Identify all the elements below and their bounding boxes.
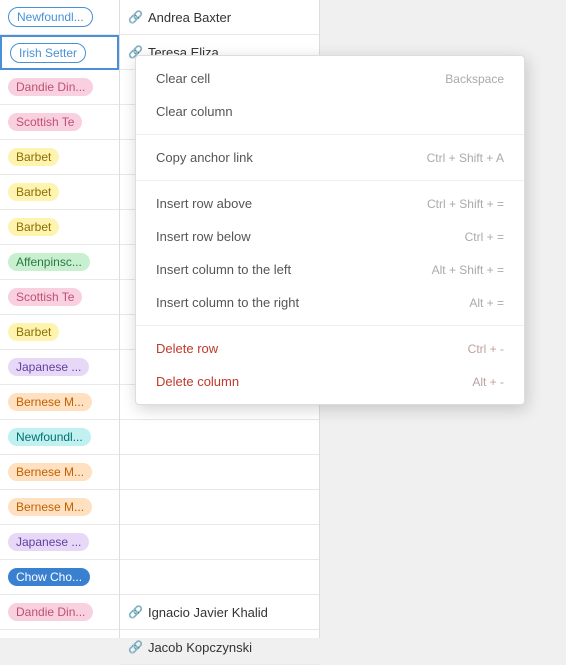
breed-item-9[interactable]: Barbet [0,315,119,350]
menu-item-clear-cell[interactable]: Clear cell Backspace [136,62,524,95]
name-item-0: 🔗 Andrea Baxter [120,0,319,35]
menu-shortcut-3: Ctrl + Shift + = [427,197,504,211]
breed-list: Newfoundl... Irish Setter Dandie Din... Sco… [0,0,120,638]
menu-item-copy-anchor[interactable]: Copy anchor link Ctrl + Shift + A [136,141,524,174]
breed-item-13[interactable]: Bernese M... [0,455,119,490]
name-label-17: Ignacio Javier Khalid [148,605,268,620]
name-item-14 [120,490,319,525]
menu-item-insert-row-above[interactable]: Insert row above Ctrl + Shift + = [136,187,524,220]
name-label-0: Andrea Baxter [148,10,231,25]
breed-badge-7: Affenpinsc... [8,253,90,271]
name-item-12 [120,420,319,455]
breed-badge-16: Chow Cho... [8,568,90,586]
menu-item-label-8: Delete column [156,374,239,389]
menu-divider-6 [136,325,524,326]
breed-item-2[interactable]: Dandie Din... [0,70,119,105]
menu-item-label-6: Insert column to the right [156,295,299,310]
breed-item-3[interactable]: Scottish Te [0,105,119,140]
breed-badge-4: Barbet [8,148,59,166]
breed-badge-15: Japanese ... [8,533,89,551]
menu-item-label-1: Clear column [156,104,233,119]
name-label-18: Jacob Kopczynski [148,640,252,655]
menu-item-clear-column[interactable]: Clear column [136,95,524,128]
breed-item-15[interactable]: Japanese ... [0,525,119,560]
menu-item-label-0: Clear cell [156,71,210,86]
breed-badge-0: Newfoundl... [8,7,93,27]
breed-badge-13: Bernese M... [8,463,92,481]
breed-item-0[interactable]: Newfoundl... [0,0,119,35]
breed-badge-1: Irish Setter [10,43,86,63]
breed-item-4[interactable]: Barbet [0,140,119,175]
name-item-13 [120,455,319,490]
link-icon: 🔗 [128,10,143,24]
breed-item-7[interactable]: Affenpinsc... [0,245,119,280]
breed-badge-6: Barbet [8,218,59,236]
breed-badge-5: Barbet [8,183,59,201]
context-menu: Clear cell Backspace Clear column Copy anch… [135,55,525,405]
breed-item-11[interactable]: Bernese M... [0,385,119,420]
menu-item-insert-col-left[interactable]: Insert column to the left Alt + Shift + = [136,253,524,286]
breed-badge-14: Bernese M... [8,498,92,516]
menu-shortcut-4: Ctrl + = [465,230,504,244]
breed-item-18[interactable]: Chow Chow [0,630,119,638]
menu-shortcut-5: Alt + Shift + = [432,263,504,277]
menu-item-label-4: Insert row below [156,229,251,244]
name-item-18: 🔗 Jacob Kopczynski [120,630,319,665]
menu-shortcut-7: Ctrl + - [468,342,504,356]
menu-item-label-7: Delete row [156,341,218,356]
breed-badge-8: Scottish Te [8,288,82,306]
menu-item-delete-row[interactable]: Delete row Ctrl + - [136,332,524,365]
menu-shortcut-0: Backspace [445,72,504,86]
menu-shortcut-2: Ctrl + Shift + A [427,151,504,165]
menu-item-label-3: Insert row above [156,196,252,211]
breed-item-16[interactable]: Chow Cho... [0,560,119,595]
breed-item-5[interactable]: Barbet [0,175,119,210]
name-item-15 [120,525,319,560]
menu-shortcut-6: Alt + = [469,296,504,310]
breed-badge-9: Barbet [8,323,59,341]
breed-item-14[interactable]: Bernese M... [0,490,119,525]
name-item-16 [120,560,319,595]
breed-badge-2: Dandie Din... [8,78,93,96]
breed-item-6[interactable]: Barbet [0,210,119,245]
breed-item-10[interactable]: Japanese ... [0,350,119,385]
link-icon: 🔗 [128,640,143,654]
breed-badge-10: Japanese ... [8,358,89,376]
menu-item-delete-column[interactable]: Delete column Alt + - [136,365,524,398]
breed-badge-17: Dandie Din... [8,603,93,621]
breed-badge-3: Scottish Te [8,113,82,131]
menu-shortcut-8: Alt + - [472,375,504,389]
link-icon: 🔗 [128,605,143,619]
menu-item-insert-row-below[interactable]: Insert row below Ctrl + = [136,220,524,253]
menu-divider-2 [136,180,524,181]
breed-badge-12: Newfoundl... [8,428,91,446]
breed-item-12[interactable]: Newfoundl... [0,420,119,455]
breed-item-17[interactable]: Dandie Din... [0,595,119,630]
breed-item-8[interactable]: Scottish Te [0,280,119,315]
menu-item-label-2: Copy anchor link [156,150,253,165]
name-item-17: 🔗 Ignacio Javier Khalid [120,595,319,630]
breed-item-1[interactable]: Irish Setter [0,35,119,70]
breed-badge-11: Bernese M... [8,393,92,411]
menu-divider-1 [136,134,524,135]
menu-item-label-5: Insert column to the left [156,262,291,277]
menu-item-insert-col-right[interactable]: Insert column to the right Alt + = [136,286,524,319]
